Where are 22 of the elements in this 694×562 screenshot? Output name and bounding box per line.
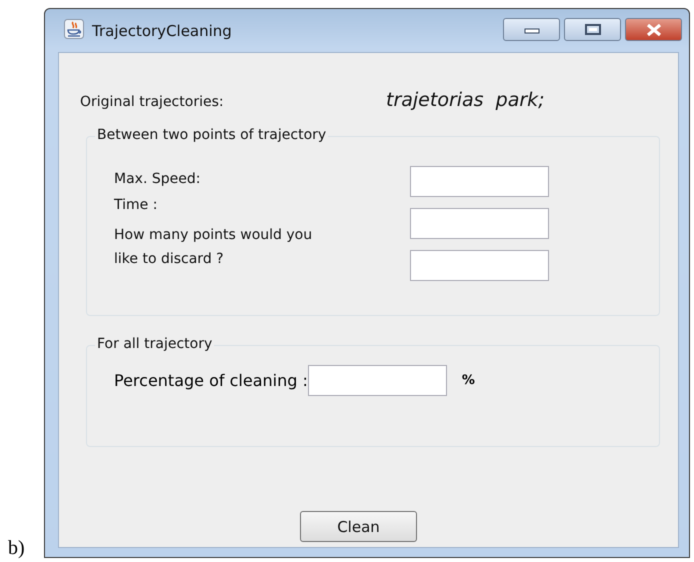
maximize-button[interactable] — [564, 18, 621, 41]
minimize-button[interactable] — [503, 18, 560, 41]
group-title: For all trajectory — [95, 335, 214, 353]
close-button[interactable] — [625, 18, 682, 41]
input-field[interactable] — [410, 250, 549, 281]
unit-label: % — [462, 373, 475, 388]
field-label: How many points would you like to discard ? — [114, 226, 314, 269]
input-field[interactable] — [410, 166, 549, 197]
group-title: Between two points of trajectory — [95, 126, 328, 144]
clean-button[interactable]: Clean — [300, 511, 417, 542]
java-cup-icon — [64, 18, 84, 38]
input-field[interactable] — [410, 208, 549, 239]
close-icon — [646, 24, 662, 36]
window-title: TrajectoryCleaning — [92, 22, 233, 40]
maximize-icon — [584, 24, 600, 35]
field-label: Max. Speed: — [114, 170, 202, 188]
field-label: Time : — [114, 196, 158, 214]
input-field[interactable] — [308, 365, 447, 396]
field-label: Percentage of cleaning : — [114, 371, 308, 390]
trajectory-name: trajetorias park; — [386, 89, 545, 111]
figure-label: b) — [7, 537, 26, 560]
field-label: Original trajectories: — [80, 94, 225, 110]
